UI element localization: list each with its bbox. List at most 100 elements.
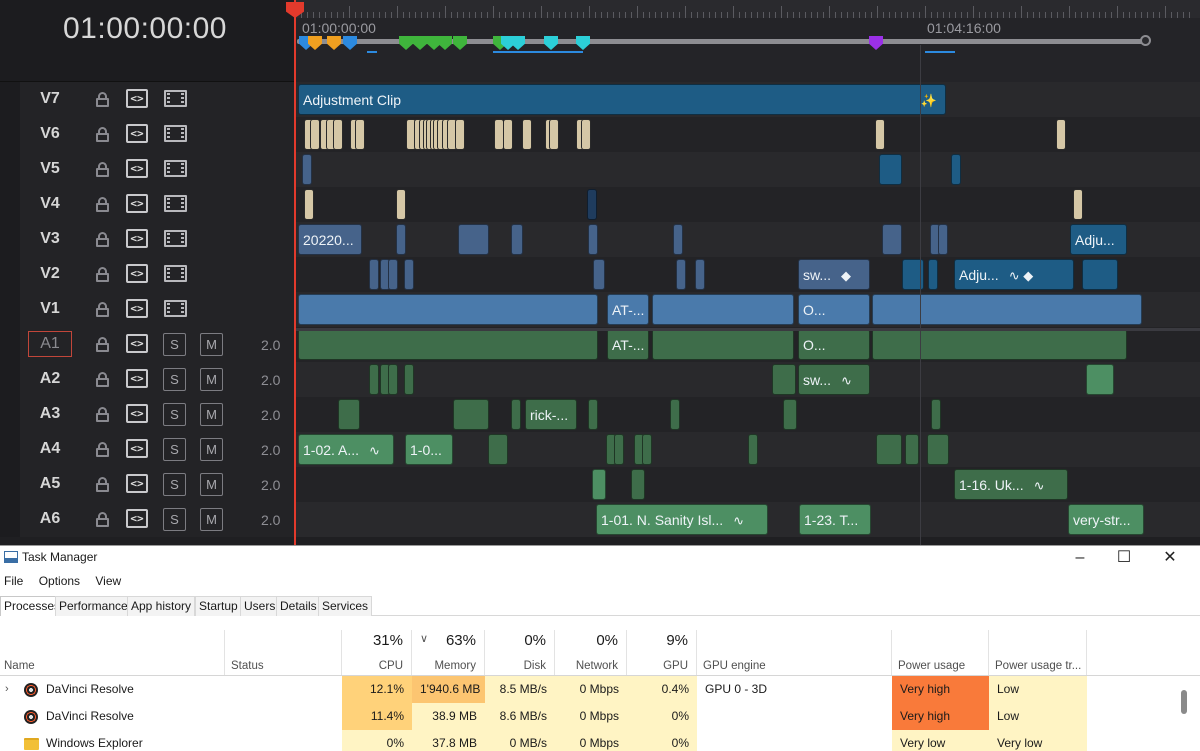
- lock-icon[interactable]: [96, 197, 109, 212]
- v1-clip-group[interactable]: [872, 294, 1142, 325]
- v6-clip[interactable]: [549, 119, 559, 150]
- track-name-label[interactable]: A3: [28, 405, 72, 423]
- solo-button[interactable]: S: [163, 508, 186, 531]
- v6-clip[interactable]: [581, 119, 591, 150]
- a3-clip[interactable]: [588, 399, 598, 430]
- column-disk[interactable]: 0% Disk: [485, 630, 555, 676]
- v6-clip[interactable]: [875, 119, 885, 150]
- mute-button[interactable]: M: [200, 368, 223, 391]
- track-lane[interactable]: sw... ◆ Adju... ∿ ◆: [296, 257, 1200, 292]
- disable-video-track-icon[interactable]: [164, 160, 187, 177]
- tab-performance[interactable]: Performance: [55, 596, 132, 616]
- a5-clip[interactable]: [631, 469, 645, 500]
- a6-clip[interactable]: 1-01. N. Sanity Isl... ∿: [596, 504, 768, 535]
- auto-select-button[interactable]: <>: [126, 299, 148, 318]
- keyframe-icon[interactable]: ∿ ◆: [1009, 260, 1034, 289]
- v5-clip[interactable]: [302, 154, 312, 185]
- v4-clip[interactable]: [1073, 189, 1083, 220]
- a1-clip-group[interactable]: [872, 329, 1127, 360]
- lock-icon[interactable]: [96, 162, 109, 177]
- a1-clip-group[interactable]: [298, 329, 598, 360]
- disable-video-track-icon[interactable]: [164, 125, 187, 142]
- column-power-trend[interactable]: Power usage tr...: [989, 630, 1087, 676]
- lock-icon[interactable]: [96, 232, 109, 247]
- a2-clip[interactable]: [369, 364, 379, 395]
- v6-clip[interactable]: [455, 119, 465, 150]
- mute-button[interactable]: M: [200, 438, 223, 461]
- track-lane[interactable]: [296, 187, 1200, 222]
- a3-clip[interactable]: [783, 399, 797, 430]
- lock-icon[interactable]: [96, 372, 109, 387]
- a4-clip[interactable]: [876, 434, 902, 465]
- track-name-label[interactable]: V7: [28, 90, 72, 108]
- a2-clip[interactable]: [404, 364, 414, 395]
- column-cpu[interactable]: 31% CPU: [342, 630, 412, 676]
- v5-clip[interactable]: [879, 154, 902, 185]
- auto-select-button[interactable]: <>: [126, 369, 148, 388]
- menu-options[interactable]: Options: [39, 574, 80, 588]
- audio-curve-icon[interactable]: ∿: [369, 435, 380, 464]
- auto-select-button[interactable]: <>: [126, 264, 148, 283]
- a3-clip[interactable]: [931, 399, 941, 430]
- auto-select-button[interactable]: <>: [126, 229, 148, 248]
- track-lane[interactable]: sw... ∿: [296, 362, 1200, 397]
- a4-clip[interactable]: [748, 434, 758, 465]
- track-name-label[interactable]: V6: [28, 125, 72, 143]
- lock-icon[interactable]: [96, 92, 109, 107]
- a3-clip[interactable]: [338, 399, 360, 430]
- v6-clip[interactable]: [1056, 119, 1066, 150]
- v6-clip[interactable]: [503, 119, 513, 150]
- a3-clip[interactable]: rick-...: [525, 399, 577, 430]
- marker-green[interactable]: [438, 36, 452, 50]
- solo-button[interactable]: S: [163, 333, 186, 356]
- track-lane[interactable]: 20220... Adju...: [296, 222, 1200, 257]
- marker-blue[interactable]: [343, 36, 357, 50]
- track-lane[interactable]: 1-02. A... ∿ 1-0...: [296, 432, 1200, 467]
- solo-button[interactable]: S: [163, 368, 186, 391]
- lock-icon[interactable]: [96, 477, 109, 492]
- track-name-label[interactable]: A6: [28, 510, 72, 528]
- tab-details[interactable]: Details: [276, 596, 321, 616]
- track-lane[interactable]: 1-16. Uk... ∿: [296, 467, 1200, 502]
- lock-icon[interactable]: [96, 127, 109, 142]
- track-lane[interactable]: [296, 152, 1200, 187]
- menu-file[interactable]: File: [4, 574, 23, 588]
- marker-green[interactable]: [413, 36, 427, 50]
- tab-services[interactable]: Services: [318, 596, 373, 616]
- a3-clip[interactable]: [511, 399, 521, 430]
- minimize-button[interactable]: –: [1068, 548, 1092, 568]
- v1-clip[interactable]: AT-...: [607, 294, 649, 325]
- lock-icon[interactable]: [96, 407, 109, 422]
- v6-clip[interactable]: [522, 119, 532, 150]
- disable-video-track-icon[interactable]: [164, 265, 187, 282]
- marker-orange[interactable]: [308, 36, 322, 50]
- track-name-label[interactable]: A1: [28, 331, 72, 357]
- v2-clip[interactable]: [388, 259, 398, 290]
- track-name-label[interactable]: V4: [28, 195, 72, 213]
- playhead[interactable]: [294, 0, 296, 545]
- marker-green[interactable]: [399, 36, 413, 50]
- v2-clip[interactable]: [676, 259, 686, 290]
- auto-select-button[interactable]: <>: [126, 404, 148, 423]
- auto-select-button[interactable]: <>: [126, 439, 148, 458]
- track-name-label[interactable]: V2: [28, 265, 72, 283]
- marker-cyan[interactable]: [544, 36, 558, 50]
- v3-clip[interactable]: [882, 224, 902, 255]
- track-name-label[interactable]: V5: [28, 160, 72, 178]
- process-row[interactable]: Windows Explorer 0% 37.8 MB 0 MB/s 0 Mbps 0% V…: [0, 730, 1200, 751]
- v6-clip[interactable]: [310, 119, 320, 150]
- v2-clip[interactable]: Adju... ∿ ◆: [954, 259, 1074, 290]
- v3-clip[interactable]: [938, 224, 948, 255]
- v3-clip[interactable]: [458, 224, 489, 255]
- lock-icon[interactable]: [96, 442, 109, 457]
- track-lane[interactable]: [296, 117, 1200, 152]
- track-lane[interactable]: Adjustment Clip ✨: [296, 82, 1200, 117]
- auto-select-button[interactable]: <>: [126, 509, 148, 528]
- a1-clip-group[interactable]: [652, 329, 794, 360]
- tab-app-history[interactable]: App history: [127, 596, 196, 616]
- keyframe-icon[interactable]: ◆: [841, 260, 851, 289]
- a4-clip[interactable]: [488, 434, 508, 465]
- v2-clip[interactable]: [928, 259, 938, 290]
- auto-select-button[interactable]: <>: [126, 124, 148, 143]
- process-row[interactable]: DaVinci Resolve 11.4% 38.9 MB 8.6 MB/s 0 Mbp…: [0, 703, 1200, 730]
